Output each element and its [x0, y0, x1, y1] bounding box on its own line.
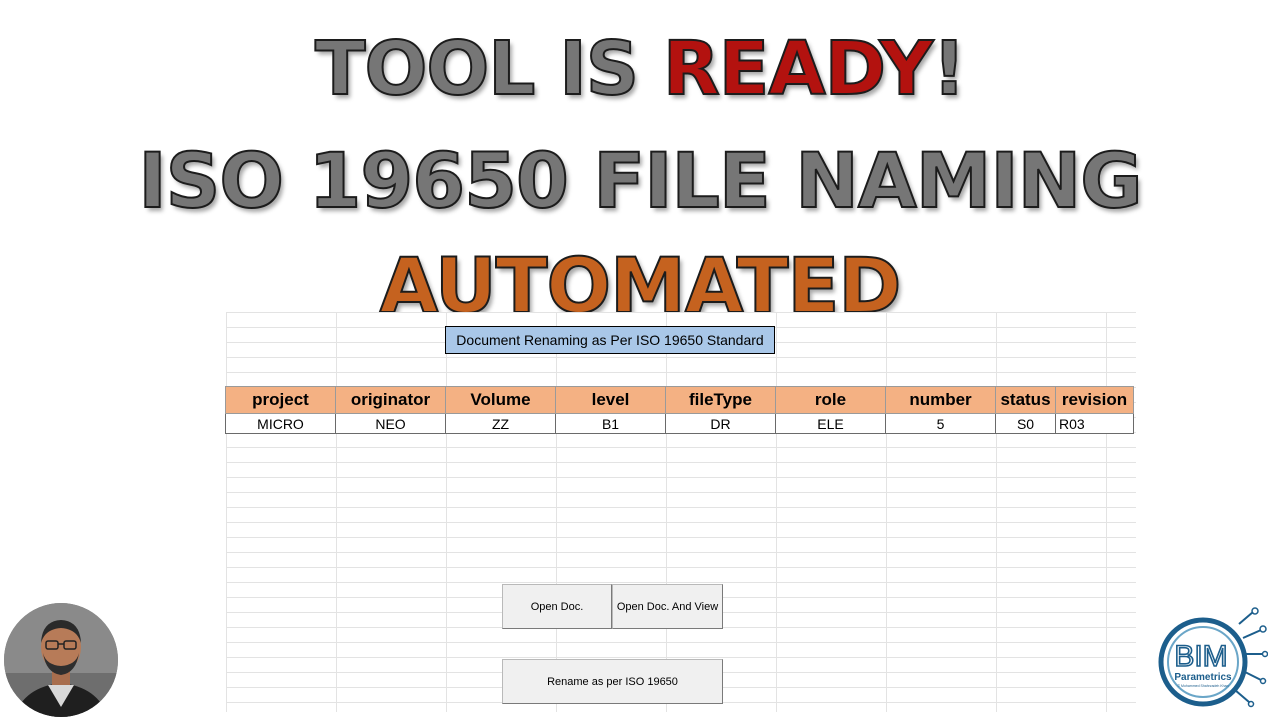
column-header-role[interactable]: role	[775, 386, 886, 414]
headline-line-1: TOOL IS READY!	[0, 25, 1280, 113]
logo-bim-text: BIM	[1174, 640, 1227, 673]
column-header-project[interactable]: project	[225, 386, 336, 414]
column-header-level[interactable]: level	[555, 386, 666, 414]
column-header-number[interactable]: number	[885, 386, 996, 414]
spreadsheet-grid	[226, 312, 1136, 712]
naming-table: project originator Volume level fileType…	[225, 386, 1134, 434]
cell-volume[interactable]: ZZ	[445, 413, 556, 434]
cell-role[interactable]: ELE	[775, 413, 886, 434]
presenter-avatar	[4, 603, 118, 717]
column-header-volume[interactable]: Volume	[445, 386, 556, 414]
cell-number[interactable]: 5	[885, 413, 996, 434]
table-row: MICRO NEO ZZ B1 DR ELE 5 S0 R03	[225, 413, 1134, 434]
logo-credit-text: © Mohammed Shahrzadeh Khan	[1177, 684, 1228, 688]
open-doc-button[interactable]: Open Doc.	[502, 584, 612, 629]
cell-originator[interactable]: NEO	[335, 413, 446, 434]
column-header-filetype[interactable]: fileType	[665, 386, 776, 414]
cell-level[interactable]: B1	[555, 413, 666, 434]
column-header-revision[interactable]: revision	[1055, 386, 1134, 414]
headline-tool-is: TOOL IS	[314, 25, 663, 113]
headline-exclamation: !	[931, 25, 967, 113]
column-header-status[interactable]: status	[995, 386, 1056, 414]
logo-subtitle-text: Parametrics	[1174, 672, 1232, 683]
cell-filetype[interactable]: DR	[665, 413, 776, 434]
open-doc-and-view-button[interactable]: Open Doc. And View	[612, 584, 723, 629]
rename-button[interactable]: Rename as per ISO 19650	[502, 659, 723, 704]
person-icon	[4, 603, 118, 717]
headline-line-2: ISO 19650 FILE NAMING	[137, 136, 1143, 226]
cell-status[interactable]: S0	[995, 413, 1056, 434]
cell-project[interactable]: MICRO	[225, 413, 336, 434]
sheet-title-box: Document Renaming as Per ISO 19650 Stand…	[445, 326, 775, 354]
headline-ready: READY	[662, 25, 934, 113]
bim-parametrics-logo: BIM Parametrics © Mohammed Shahrzadeh Kh…	[1158, 607, 1268, 708]
table-header-row: project originator Volume level fileType…	[225, 386, 1134, 414]
column-header-originator[interactable]: originator	[335, 386, 446, 414]
cell-revision[interactable]: R03	[1055, 413, 1134, 434]
